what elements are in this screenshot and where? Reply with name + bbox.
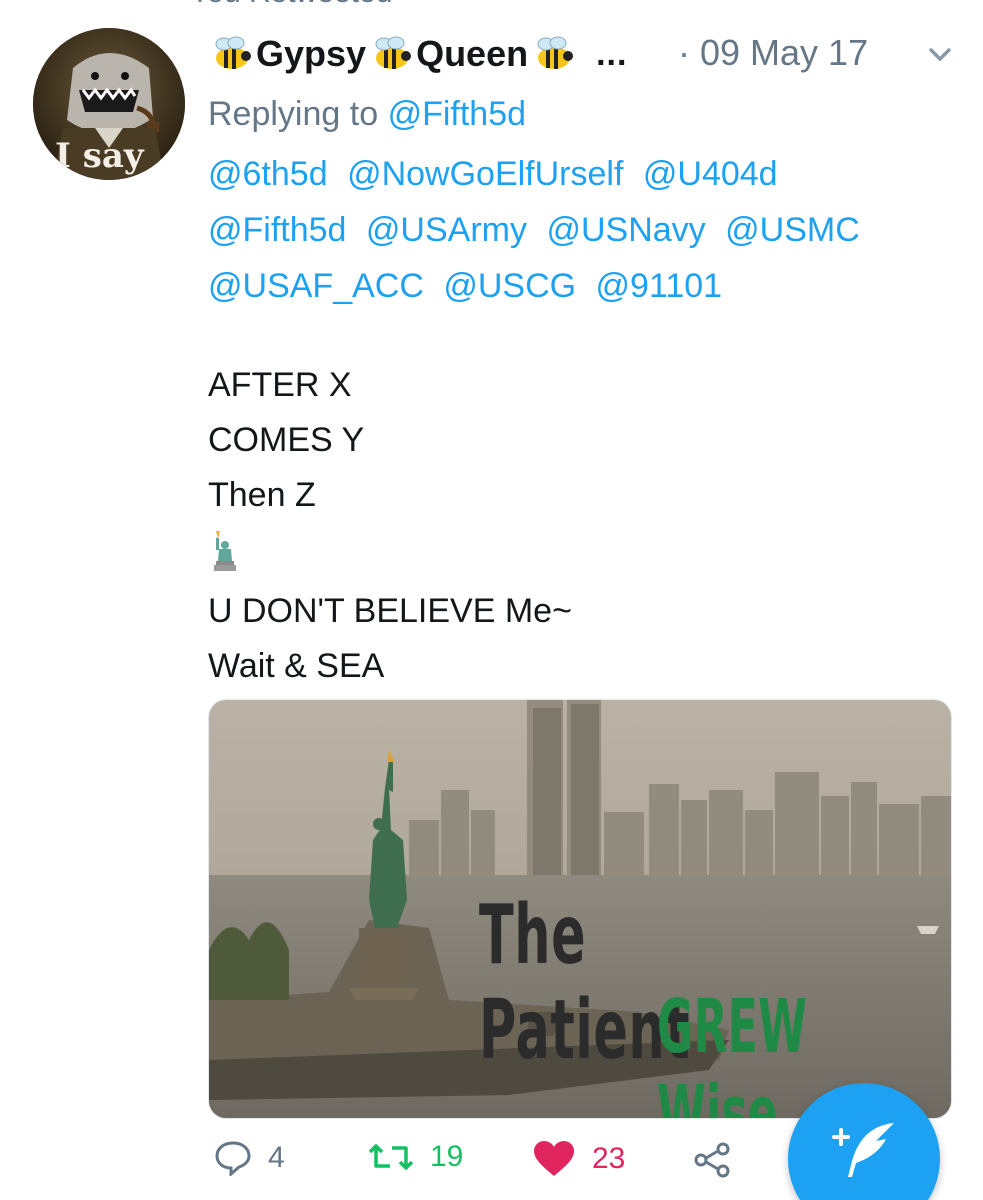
retweet-count: 19 [430, 1140, 464, 1173]
avatar[interactable]: I say [33, 28, 185, 180]
mention-link[interactable]: @USAF_ACC [208, 267, 424, 305]
media-caption-line2: GREW Wise [657, 984, 807, 1119]
like-count: 23 [592, 1142, 626, 1175]
avatar-caption: I say [55, 136, 144, 176]
reply-icon [214, 1140, 252, 1176]
mention-link[interactable]: @91101 [596, 267, 723, 305]
tweet-line: Then Z [208, 476, 316, 514]
replying-prefix: Replying to [208, 95, 379, 133]
like-button[interactable]: 23 [532, 1140, 625, 1178]
bee-emoji-icon [368, 34, 414, 74]
tweet-media-image[interactable]: The Patient GREW Wise [208, 699, 952, 1119]
tweet-body: AFTER X COMES Y Then Z U DON'T BELIEVE M… [208, 358, 948, 694]
share-icon [692, 1140, 732, 1180]
tweet-line: U DON'T BELIEVE Me~ [208, 592, 572, 630]
bee-emoji-icon [208, 34, 254, 74]
heart-icon [532, 1140, 576, 1178]
mention-line: @6th5d @NowGoElfUrself @U404d [208, 146, 968, 202]
chevron-down-icon[interactable] [924, 38, 956, 70]
retweet-context-label: You Retweeted [190, 0, 392, 10]
mention-list: @6th5d @NowGoElfUrself @U404d @Fifth5d @… [208, 146, 968, 314]
author-name-part-1: Gypsy [256, 33, 367, 74]
author-display-name[interactable]: Gypsy Queen ... [208, 33, 627, 75]
mention-link[interactable]: @USNavy [546, 211, 705, 249]
retweet-button[interactable]: 19 [368, 1140, 463, 1174]
mention-link[interactable]: @USArmy [366, 211, 527, 249]
reply-button[interactable]: 4 [214, 1140, 285, 1176]
mention-link[interactable]: @USCG [443, 267, 576, 305]
retweet-icon [368, 1140, 414, 1174]
tweet-header: Gypsy Queen ... · 09 May 17 [208, 28, 968, 80]
mention-line: @Fifth5d @USArmy @USNavy @USMC [208, 202, 968, 258]
statue-of-liberty-emoji-icon [208, 529, 238, 571]
mention-link[interactable]: @USMC [725, 211, 860, 249]
tweet-timestamp[interactable]: · 09 May 17 [678, 32, 868, 74]
reply-count: 4 [268, 1141, 285, 1174]
compose-tweet-icon [832, 1123, 894, 1177]
retweet-small-icon [150, 0, 176, 10]
replying-handle[interactable]: @Fifth5d [388, 95, 526, 133]
tweet-detail-screen: You Retweeted I say [0, 0, 983, 1200]
name-truncation: ... [596, 34, 628, 73]
retweet-context: You Retweeted [150, 0, 392, 10]
tweet-line: COMES Y [208, 421, 365, 459]
author-name-part-2: Queen [416, 33, 529, 74]
mention-link[interactable]: @6th5d [208, 155, 328, 193]
tweet-line: AFTER X [208, 366, 352, 404]
tweet-line: Wait & SEA [208, 647, 385, 685]
replying-to: Replying to @Fifth5d [208, 94, 526, 134]
mention-link[interactable]: @U404d [643, 155, 778, 193]
mention-link[interactable]: @Fifth5d [208, 211, 346, 249]
share-button[interactable] [692, 1140, 732, 1180]
tweet-action-bar: 4 19 23 [208, 1140, 808, 1200]
bee-emoji-icon [530, 34, 576, 74]
mention-line: @USAF_ACC @USCG @91101 [208, 258, 968, 314]
mention-link[interactable]: @NowGoElfUrself [347, 155, 623, 193]
tweet-line-emoji [208, 529, 948, 584]
